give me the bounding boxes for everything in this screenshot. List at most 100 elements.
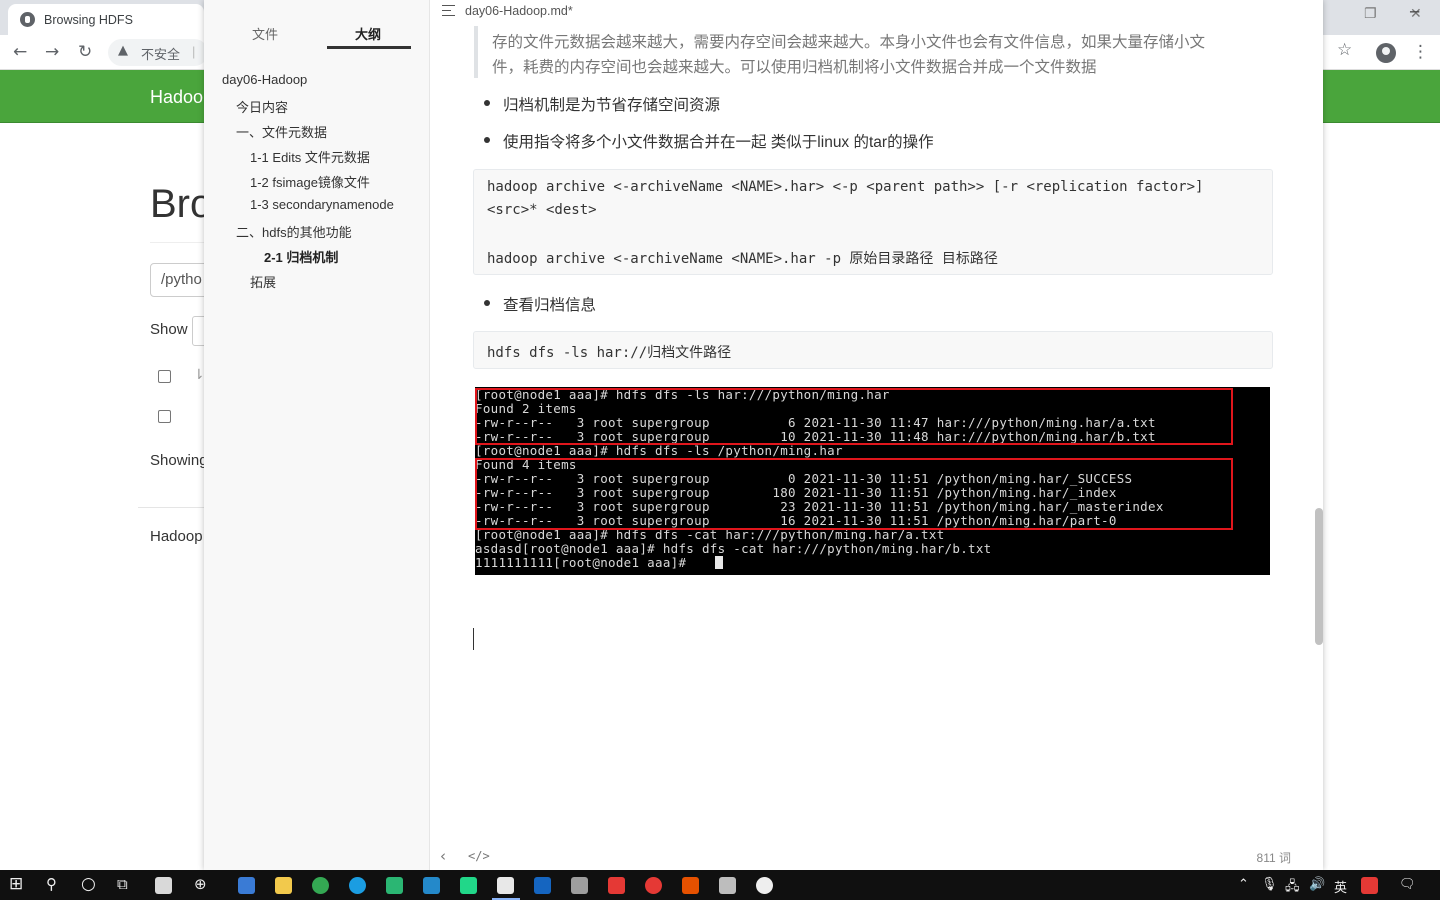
list-item: 使用指令将多个小文件数据合并在一起 类似于linux 的tar的操作	[503, 134, 934, 151]
outline-item-today[interactable]: 今日内容	[236, 97, 288, 116]
hdfs-showing-label: Showing	[150, 452, 208, 469]
code-line: hadoop archive <-archiveName <NAME>.har …	[487, 251, 998, 267]
code-line: hdfs dfs -ls har://归档文件路径	[487, 345, 732, 361]
search-icon[interactable]: ⚲	[46, 875, 57, 893]
app-icon[interactable]	[682, 877, 699, 894]
blockquote-line: 件，耗费的内存空间也会越来越大。可以使用归档机制将小文件数据合并成一个文件数据	[492, 59, 1097, 76]
warning-triangle-icon: ▲	[118, 43, 128, 58]
terminal-line: [root@node1 aaa]# hdfs dfs -ls /python/m…	[475, 443, 843, 458]
music-icon[interactable]	[645, 877, 662, 894]
forward-arrow-icon[interactable]: →	[45, 42, 59, 62]
hdfs-brand[interactable]: Hadoo	[150, 87, 203, 108]
blockquote-line: 存的文件元数据会越来越大，需要内存空间会越来越大。本身小文件也会有文件信息，如果…	[492, 34, 1206, 51]
hamburger-menu-icon[interactable]	[442, 5, 455, 16]
chrome-icon[interactable]	[312, 877, 329, 894]
browser-tab-title: Browsing HDFS	[44, 13, 133, 27]
typora-icon[interactable]	[497, 877, 514, 894]
outline-item-metadata[interactable]: 一、文件元数据	[236, 122, 327, 141]
code-block-ls[interactable]: hdfs dfs -ls har://归档文件路径	[473, 331, 1273, 369]
file-explorer-icon[interactable]	[275, 877, 292, 894]
minimize-icon[interactable]: ─	[1410, 3, 1419, 21]
ime-language[interactable]: 英	[1334, 877, 1347, 896]
hdfs-favicon-icon	[20, 12, 35, 27]
zoom-app-icon[interactable]: ⊕	[194, 875, 207, 893]
outline-item-title[interactable]: day06-Hadoop	[222, 72, 307, 87]
outline-item-fsimage[interactable]: 1-2 fsimage镜像文件	[250, 172, 370, 191]
task-view-icon[interactable]: ⧉	[117, 875, 128, 893]
highlight-box	[475, 458, 1233, 530]
browser-menu-icon[interactable]: ⋮	[1412, 42, 1429, 62]
app-icon[interactable]	[386, 877, 403, 894]
hdfs-divider	[150, 242, 210, 243]
hdfs-show-label: Show	[150, 321, 188, 338]
typora-statusbar: ‹ </> 811 词	[430, 844, 1323, 870]
app-icon[interactable]	[756, 877, 773, 894]
address-security-label: 不安全	[141, 47, 181, 62]
source-mode-icon[interactable]: </>	[468, 849, 490, 863]
editor-scrollbar[interactable]	[1315, 508, 1323, 645]
wps-icon[interactable]	[608, 877, 625, 894]
microphone-icon[interactable]: 🎙	[1261, 877, 1278, 892]
tab-files[interactable]: 文件	[252, 24, 278, 43]
hdfs-page-heading: Bro	[150, 182, 213, 226]
bullet-dot	[484, 100, 490, 106]
tab-outline[interactable]: 大纲	[355, 24, 381, 43]
app-icon[interactable]	[719, 877, 736, 894]
outline-item-archive[interactable]: 2-1 归档机制	[264, 247, 338, 266]
store-icon[interactable]	[238, 877, 255, 894]
typora-window: 文件 大纲 day06-Hadoop 今日内容 一、文件元数据 1-1 Edit…	[204, 0, 1419, 870]
tray-expand-icon[interactable]: ⌃	[1238, 877, 1249, 892]
terminal-line: 1111111111[root@node1 aaa]#	[475, 555, 695, 570]
hdfs-row-checkbox[interactable]	[158, 410, 171, 423]
typora-titlebar: day06-Hadoop.md* ─ ☐ ✕	[430, 0, 1419, 26]
highlight-box	[475, 388, 1233, 445]
terminal-cursor	[715, 556, 723, 569]
outline-item-secondarynamenode[interactable]: 1-3 secondarynamenode	[250, 197, 394, 212]
terminal-line: asdasd[root@node1 aaa]# hdfs dfs -cat ha…	[475, 541, 992, 556]
bullet-dot	[484, 137, 490, 143]
cortana-icon[interactable]: ○	[81, 874, 96, 894]
code-block-archive[interactable]: hadoop archive <-archiveName <NAME>.har>…	[473, 169, 1273, 275]
terminal-screenshot: [root@node1 aaa]# hdfs dfs -ls har:///py…	[475, 387, 1270, 575]
outline-item-edits[interactable]: 1-1 Edits 文件元数据	[250, 147, 370, 166]
list-item: 归档机制是为节省存储空间资源	[503, 97, 721, 114]
outline-sidebar: 文件 大纲 day06-Hadoop 今日内容 一、文件元数据 1-1 Edit…	[204, 0, 430, 870]
list-item: 查看归档信息	[503, 297, 597, 314]
sort-icon[interactable]: ⇂	[193, 367, 205, 383]
edge-icon[interactable]	[349, 877, 366, 894]
pycharm-icon[interactable]	[460, 877, 477, 894]
network-icon[interactable]: 🖧	[1285, 877, 1300, 899]
blockquote-bar	[474, 26, 478, 78]
back-arrow-icon[interactable]: ←	[13, 42, 27, 62]
browser-restore-icon[interactable]: ❐	[1364, 6, 1377, 22]
code-line: hadoop archive <-archiveName <NAME>.har>…	[487, 179, 1204, 195]
word-count[interactable]: 811 词	[1257, 849, 1291, 866]
app-icon[interactable]	[571, 877, 588, 894]
app-icon[interactable]	[155, 877, 172, 894]
reload-icon[interactable]: ↻	[78, 42, 92, 62]
browser-tab[interactable]: Browsing HDFS	[8, 4, 204, 35]
outline-item-extension[interactable]: 拓展	[250, 272, 276, 291]
toggle-sidebar-icon[interactable]: ‹	[440, 847, 446, 865]
editor-area[interactable]: 存的文件元数据会越来越大，需要内存空间会越来越大。本身小文件也会有文件信息，如果…	[430, 26, 1323, 844]
outline-item-hdfs-other[interactable]: 二、hdfs的其他功能	[236, 222, 352, 241]
app-icon[interactable]	[534, 877, 551, 894]
hdfs-path-input[interactable]: /pytho	[150, 263, 210, 297]
window-title: day06-Hadoop.md*	[465, 4, 573, 18]
hdfs-footer: Hadoop	[150, 528, 203, 545]
text-caret	[473, 628, 474, 650]
windows-start-icon[interactable]: ⊞	[9, 874, 23, 894]
bullet-dot	[484, 300, 490, 306]
vscode-icon[interactable]	[423, 877, 440, 894]
sogou-ime-icon[interactable]	[1361, 877, 1378, 894]
windows-taskbar: ⊞ ⚲ ○ ⧉ ⊕ ⌃ 🎙 🖧 🔊 英 🗨	[0, 870, 1440, 900]
code-line: <src>* <dest>	[487, 202, 597, 218]
hdfs-footer-divider	[138, 507, 208, 508]
hdfs-select-all-checkbox[interactable]	[158, 370, 171, 383]
notification-icon[interactable]: 🗨	[1399, 877, 1416, 892]
volume-icon[interactable]: 🔊	[1309, 877, 1325, 892]
active-tab-indicator	[327, 46, 411, 49]
profile-avatar-icon[interactable]	[1376, 43, 1396, 63]
address-separator: |	[192, 44, 196, 59]
bookmark-star-icon[interactable]: ☆	[1337, 40, 1352, 60]
